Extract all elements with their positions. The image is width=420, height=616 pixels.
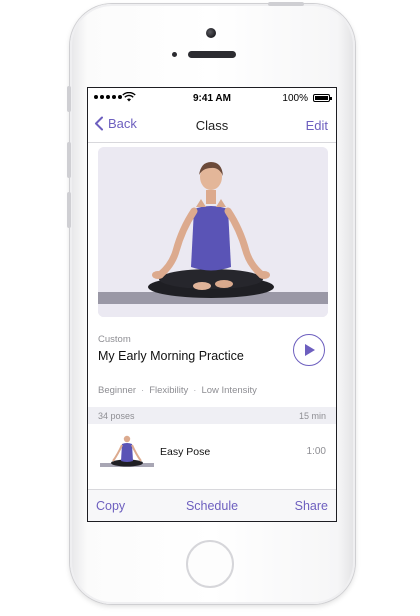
battery-percent: 100%: [282, 93, 308, 104]
bottom-toolbar: Copy Schedule Share: [88, 489, 336, 521]
battery-icon: [313, 94, 332, 102]
list-item[interactable]: Easy Pose 1:00: [88, 424, 336, 478]
home-button[interactable]: [186, 540, 234, 588]
tag-level: Beginner: [98, 385, 137, 396]
page-title: Class: [195, 118, 229, 133]
class-hero-image: [98, 147, 328, 317]
play-button[interactable]: [293, 334, 325, 366]
class-tags: Beginner · Flexibility · Low Intensity: [98, 385, 257, 396]
poses-header: 34 poses 15 min: [88, 407, 336, 424]
pose-thumbnail: [100, 435, 154, 467]
class-name: My Early Morning Practice: [98, 349, 244, 363]
share-button[interactable]: Share: [295, 499, 328, 513]
front-camera: [206, 28, 216, 38]
status-bar: 9:41 AM 100%: [88, 88, 336, 108]
pose-count: 34 poses: [98, 411, 135, 421]
class-type: Custom: [98, 334, 131, 345]
earpiece-speaker: [188, 51, 236, 58]
phone-screen: 9:41 AM 100% Back Class Edit Custom My E…: [87, 87, 337, 522]
mute-switch: [67, 86, 71, 112]
tag-focus: Flexibility: [149, 385, 189, 396]
proximity-sensor: [172, 52, 177, 57]
navigation-bar: Back Class Edit: [88, 108, 336, 143]
tag-separator: ·: [141, 385, 145, 396]
total-duration: 15 min: [298, 411, 326, 421]
pose-duration: 1:00: [306, 446, 326, 457]
tag-separator: ·: [193, 385, 197, 396]
volume-up-button: [67, 142, 71, 178]
yoga-pose-illustration: [98, 147, 328, 317]
edit-button[interactable]: Edit: [306, 118, 328, 133]
class-info: Custom My Early Morning Practice: [98, 334, 244, 363]
pose-name: Easy Pose: [160, 446, 211, 458]
play-icon: [305, 344, 315, 356]
tag-intensity: Low Intensity: [201, 385, 257, 396]
volume-down-button: [67, 192, 71, 228]
power-button: [268, 2, 304, 6]
